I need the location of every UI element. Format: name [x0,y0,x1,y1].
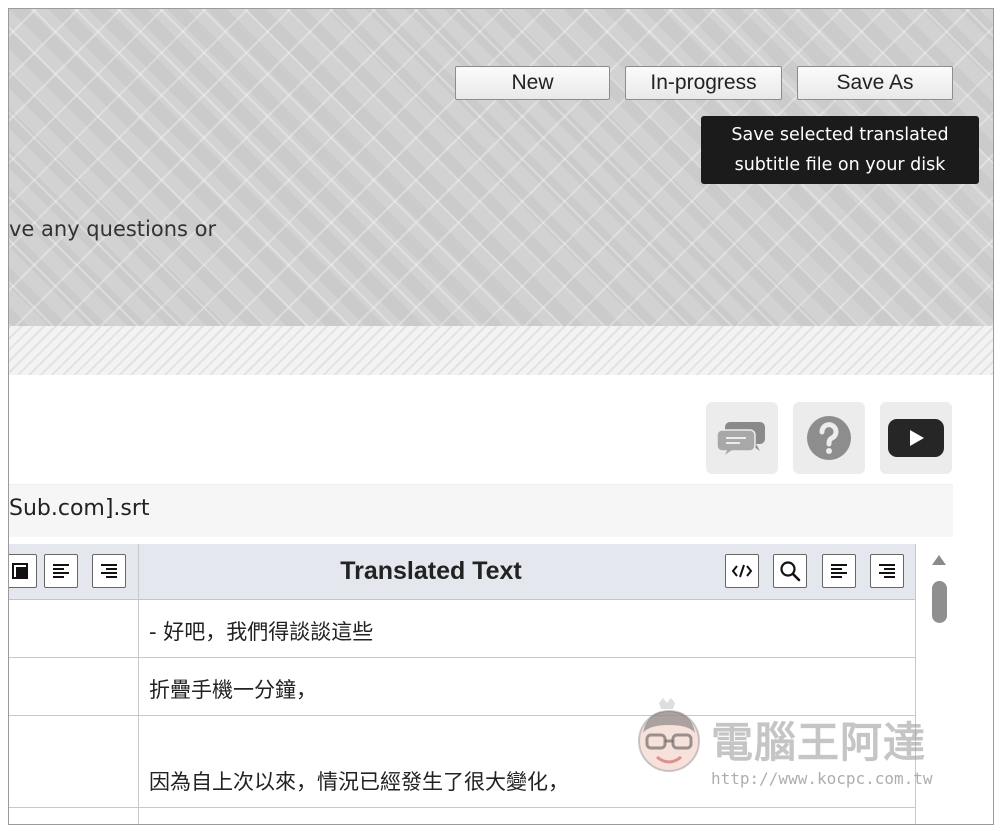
youtube-button[interactable] [880,402,952,474]
square-icon [12,563,28,579]
code-icon [731,564,753,578]
header-stripe-band [9,326,993,375]
align-left-button-source[interactable] [44,554,78,588]
align-left-button[interactable] [822,554,856,588]
watermark-logo-icon [638,698,700,772]
app-frame: New In-progress Save As Save selected tr… [8,8,994,825]
search-icon [780,561,801,582]
table-row[interactable]: - 好吧，我們得談談這些 [9,600,915,658]
file-name-bar: Sub.com].srt [9,484,953,537]
help-icon [807,416,851,460]
new-button[interactable]: New [455,66,610,100]
code-view-button[interactable] [725,554,759,588]
scroll-up-arrow[interactable] [932,555,946,565]
youtube-play-icon [888,419,944,457]
tooltip-line-1: Save selected translated [731,125,949,145]
translated-text-header: Translated Text [340,557,522,585]
align-right-button[interactable] [870,554,904,588]
align-left-icon [53,564,69,578]
scrollbar-thumb[interactable] [932,581,947,623]
align-right-button-source[interactable] [92,554,126,588]
save-as-tooltip: Save selected translated subtitle file o… [701,116,979,184]
watermark-title: 電腦王阿達 [711,718,927,767]
feedback-button[interactable] [706,402,778,474]
file-name: Sub.com].srt [9,496,150,521]
align-left-icon [831,564,847,578]
table-row[interactable]: 折疊手機一分鐘， [9,658,915,716]
translated-cell[interactable]: 因為自上次以來，情況已經發生了很大變化， [149,766,569,796]
watermark-url: http://www.kocpc.com.tw [711,769,933,788]
translated-cell[interactable]: 折疊手機一分鐘， [149,674,317,704]
toggle-view-button[interactable] [9,554,37,588]
chat-bubbles-icon [716,422,765,458]
save-as-button[interactable]: Save As [797,66,953,100]
search-button[interactable] [773,554,807,588]
translated-cell[interactable]: - 好吧，我們得談談這些 [149,616,373,646]
intro-text: ve any questions or [9,217,217,241]
align-right-icon [879,564,895,578]
column-divider [138,544,139,824]
help-button[interactable] [793,402,865,474]
align-right-icon [101,564,117,578]
in-progress-button[interactable]: In-progress [625,66,782,100]
tooltip-line-2: subtitle file on your disk [734,155,946,175]
